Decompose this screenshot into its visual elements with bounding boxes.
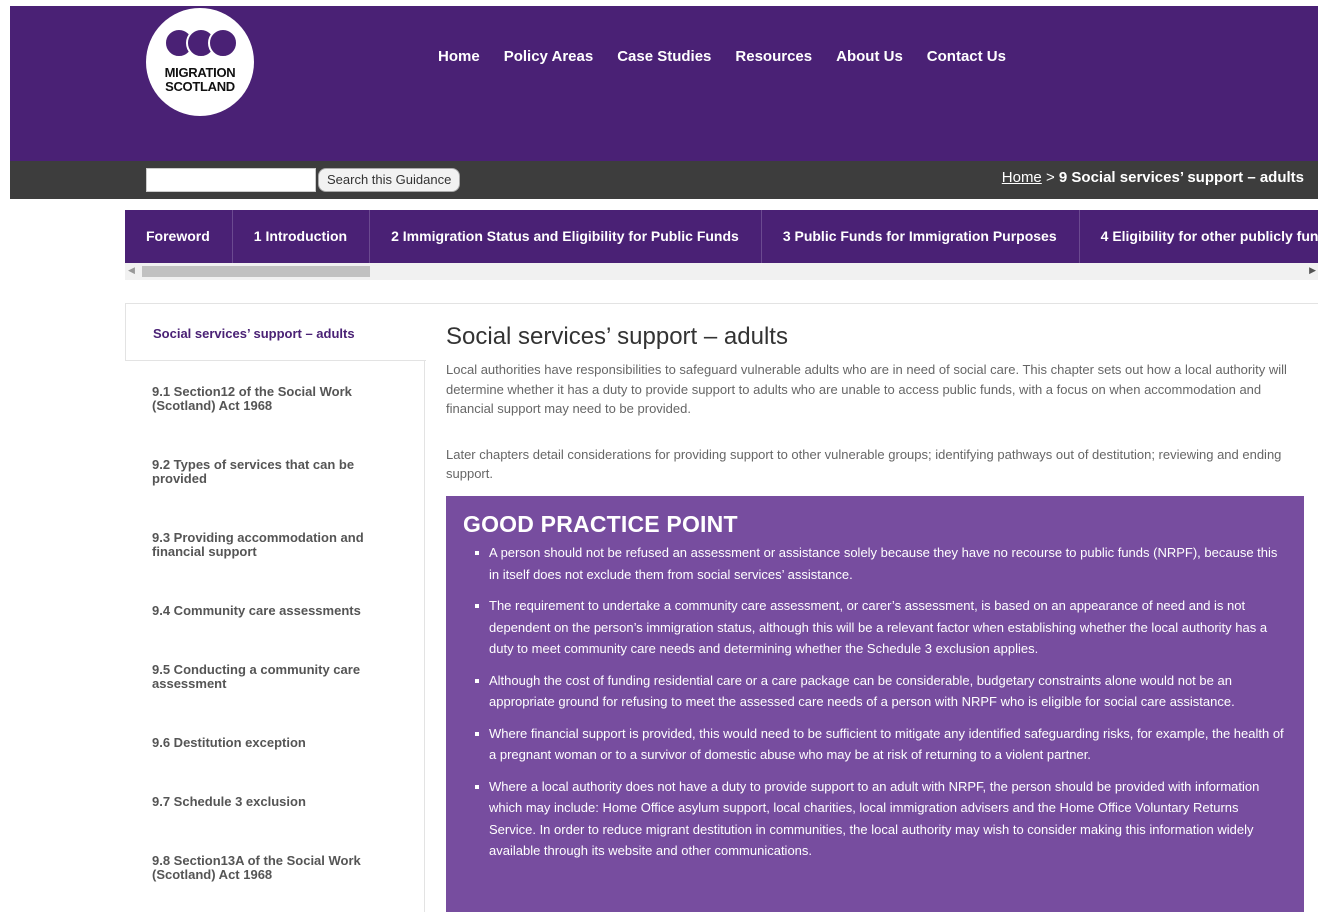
intro-paragraph: Local authorities have responsibilities … (446, 362, 1287, 416)
main-nav: Home Policy Areas Case Studies Resources… (438, 47, 1030, 67)
tab-eligibility-other[interactable]: 4 Eligibility for other publicly funded … (1080, 210, 1318, 263)
tabs-horizontal-scrollbar[interactable]: ◀ ▶ (125, 263, 1318, 280)
chapter-tabs: Foreword 1 Introduction 2 Immigration Stat… (125, 210, 1318, 263)
breadcrumb-current: 9 Social services’ support – adults (1058, 169, 1304, 186)
divider (425, 303, 1318, 304)
logo-text: MIGRATION SCOTLAND (164, 65, 236, 94)
scrollbar-thumb[interactable] (142, 266, 370, 277)
nav-policy-areas[interactable]: Policy Areas (504, 47, 594, 67)
list-item: Although the cost of funding residential… (463, 670, 1286, 713)
nav-home[interactable]: Home (438, 47, 480, 67)
sidebar-item-9-4[interactable]: 9.4 Community care assessments (152, 604, 392, 618)
sidebar-item-active[interactable]: Social services’ support – adults (125, 303, 426, 361)
tab-public-funds[interactable]: 3 Public Funds for Immigration Purposes (762, 210, 1080, 263)
search-strip: Search this Guidance Home > 9 Social ser… (10, 161, 1318, 199)
list-item: The requirement to undertake a community… (463, 595, 1286, 660)
good-practice-panel: GOOD PRACTICE POINT A person should not … (446, 496, 1304, 912)
logo-circles-icon (164, 28, 238, 60)
nav-about-us[interactable]: About Us (836, 47, 903, 67)
search-input[interactable] (146, 168, 316, 192)
sidebar-item-9-8[interactable]: 9.8 Section13A of the Social Work (Scotl… (152, 854, 392, 882)
list-item: Where financial support is provided, thi… (463, 723, 1286, 766)
sidebar-item-9-2[interactable]: 9.2 Types of services that can be provid… (152, 458, 392, 486)
scroll-left-icon[interactable]: ◀ (128, 265, 135, 276)
breadcrumb-separator: > (1045, 169, 1055, 186)
list-item: A person should not be refused an assess… (463, 542, 1286, 585)
later-chapters-paragraph: Later chapters detail considerations for… (446, 446, 1282, 482)
sidebar-item-9-7[interactable]: 9.7 Schedule 3 exclusion (152, 795, 392, 809)
nav-resources[interactable]: Resources (735, 47, 812, 67)
nav-contact-us[interactable]: Contact Us (927, 47, 1006, 67)
migration-scotland-logo[interactable]: MIGRATION SCOTLAND (146, 8, 254, 116)
nav-case-studies[interactable]: Case Studies (617, 47, 711, 67)
breadcrumb-home-link[interactable]: Home (1002, 169, 1042, 186)
section-sidebar: Social services’ support – adults 9.1 Se… (125, 303, 426, 912)
site-header: MIGRATION SCOTLAND Home Policy Areas Cas… (10, 6, 1318, 161)
good-practice-list: A person should not be refused an assess… (463, 542, 1286, 862)
tab-foreword[interactable]: Foreword (125, 210, 233, 263)
search-guidance-button[interactable]: Search this Guidance (318, 168, 461, 192)
sidebar-item-9-5[interactable]: 9.5 Conducting a community care assessme… (152, 663, 392, 691)
good-practice-heading: GOOD PRACTICE POINT (463, 511, 738, 537)
page-title: Social services’ support – adults (446, 323, 788, 350)
sidebar-item-9-1[interactable]: 9.1 Section12 of the Social Work (Scotla… (152, 385, 392, 413)
tab-introduction[interactable]: 1 Introduction (233, 210, 371, 263)
scroll-right-icon[interactable]: ▶ (1309, 265, 1316, 276)
main-content: Social services’ support – adults Local … (446, 322, 1306, 484)
tab-immigration-status[interactable]: 2 Immigration Status and Eligibility for… (370, 210, 762, 263)
sidebar-item-9-6[interactable]: 9.6 Destitution exception (152, 736, 392, 750)
list-item: Where a local authority does not have a … (463, 776, 1286, 862)
sidebar-item-9-3[interactable]: 9.3 Providing accommodation and financia… (152, 531, 392, 559)
breadcrumb: Home > 9 Social services’ support – adul… (1002, 169, 1304, 186)
